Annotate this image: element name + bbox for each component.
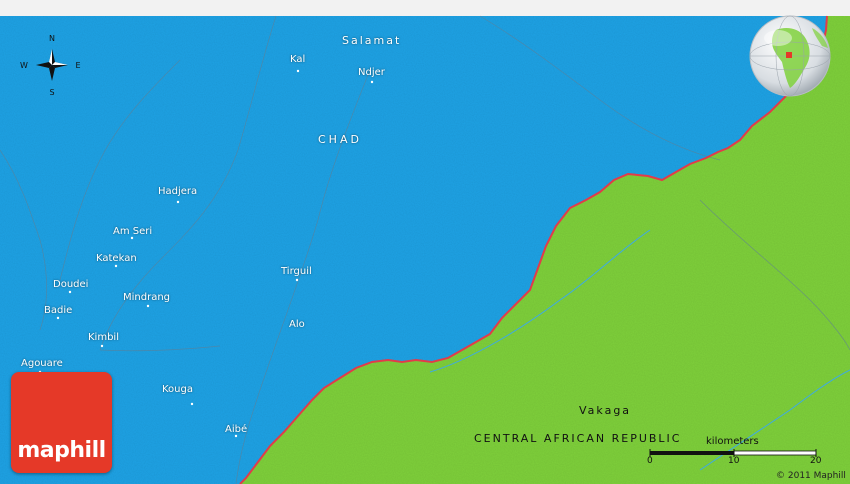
label-salamat: Salamat [342,34,402,47]
compass-e: E [75,61,80,70]
relief-map: N S E W [0,0,850,484]
label-katekan: Katekan [96,253,137,264]
compass-w: W [20,61,28,70]
maphill-logo[interactable]: maphill [11,372,112,473]
label-tirguil: Tirguil [281,266,312,277]
label-ndjer: Ndjer [358,67,385,78]
compass-n: N [49,34,55,43]
label-vakaga: Vakaga [579,404,632,417]
label-aibe: Aibé [225,424,248,435]
label-kimbil: Kimbil [88,332,119,343]
label-central-african-republic: CENTRAL AFRICAN REPUBLIC [474,432,682,445]
scale-tick-20: 20 [810,456,822,466]
compass-s: S [49,88,54,97]
label-kouga: Kouga [162,384,193,395]
scale-unit-label: kilometers [706,436,759,447]
scale-tick-10: 10 [728,456,740,466]
label-agouare: Agouare [21,358,63,369]
maphill-logo-text: maphill [17,438,106,463]
relief-texture [0,16,850,484]
copyright-notice: © 2011 Maphill [776,471,846,481]
label-badie: Badie [44,305,73,316]
label-doudei: Doudei [53,279,89,290]
label-alo: Alo [289,319,305,330]
label-kal: Kal [290,54,306,65]
label-hadjera: Hadjera [158,186,198,197]
map-top-band [0,0,850,16]
label-chad: CHAD [318,133,362,146]
label-mindrang: Mindrang [123,292,171,303]
label-am-seri: Am Seri [113,226,153,237]
locator-globe-icon [749,15,831,97]
scale-tick-0: 0 [647,456,653,466]
